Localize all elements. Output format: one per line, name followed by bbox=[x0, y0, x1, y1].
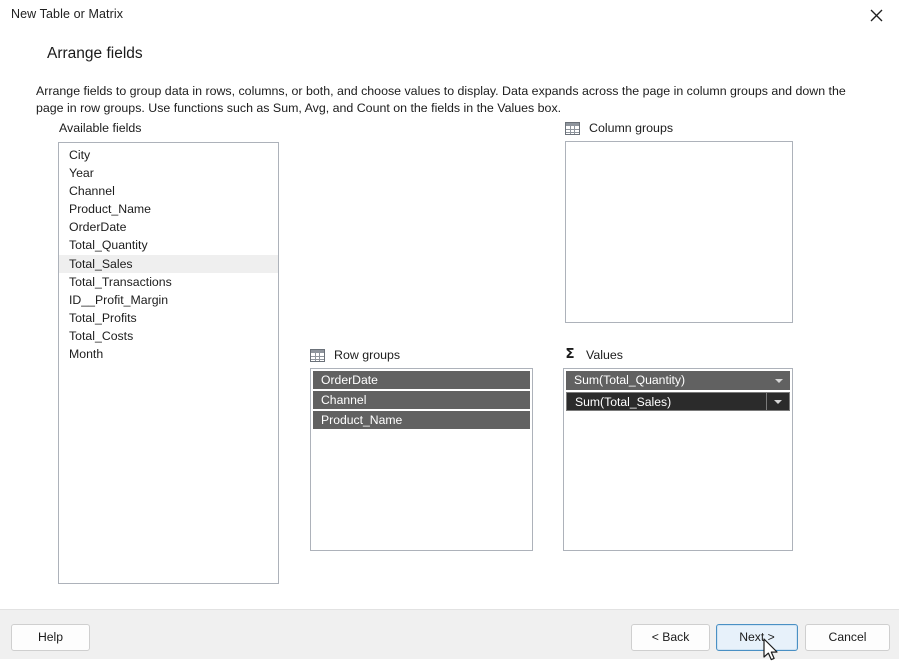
available-fields-list[interactable]: City Year Channel Product_Name OrderDate Tota… bbox=[58, 142, 279, 584]
window-title: New Table or Matrix bbox=[11, 7, 124, 21]
available-field-item[interactable]: Channel bbox=[59, 182, 278, 200]
column-groups-label-group: Column groups bbox=[565, 121, 673, 135]
grid-icon bbox=[565, 121, 580, 135]
column-groups-label: Column groups bbox=[589, 121, 674, 135]
row-groups-label: Row groups bbox=[334, 348, 401, 362]
available-field-item[interactable]: City bbox=[59, 146, 278, 164]
value-item-label: Sum(Total_Quantity) bbox=[574, 373, 686, 387]
next-button[interactable]: Next > bbox=[716, 624, 798, 651]
row-group-item[interactable]: OrderDate bbox=[313, 371, 530, 389]
row-groups-dropzone[interactable]: OrderDate Channel Product_Name bbox=[310, 368, 533, 551]
chevron-down-icon[interactable] bbox=[768, 371, 790, 390]
grid-icon bbox=[310, 348, 325, 362]
row-groups-label-group: Row groups bbox=[310, 348, 400, 362]
page-title: Arrange fields bbox=[47, 45, 143, 62]
page-description: Arrange fields to group data in rows, co… bbox=[36, 84, 846, 115]
available-field-item[interactable]: Product_Name bbox=[59, 200, 278, 218]
available-field-item[interactable]: Year bbox=[59, 164, 278, 182]
help-button[interactable]: Help bbox=[11, 624, 90, 651]
close-button[interactable] bbox=[853, 0, 899, 30]
row-group-item[interactable]: Channel bbox=[313, 391, 530, 409]
available-field-item[interactable]: Total_Transactions bbox=[59, 273, 278, 291]
available-field-item[interactable]: OrderDate bbox=[59, 218, 278, 236]
back-button[interactable]: < Back bbox=[631, 624, 710, 651]
available-field-item[interactable]: Total_Profits bbox=[59, 309, 278, 327]
close-icon bbox=[870, 9, 883, 22]
value-item-label: Sum(Total_Sales) bbox=[575, 395, 672, 409]
value-item[interactable]: Sum(Total_Quantity) bbox=[566, 371, 790, 390]
chevron-down-icon[interactable] bbox=[766, 393, 789, 410]
available-field-item[interactable]: Month bbox=[59, 345, 278, 363]
cancel-button[interactable]: Cancel bbox=[805, 624, 890, 651]
title-bar: New Table or Matrix bbox=[0, 0, 899, 32]
values-label: Values bbox=[586, 348, 623, 362]
available-field-item[interactable]: Total_Costs bbox=[59, 327, 278, 345]
value-item[interactable]: Sum(Total_Sales) bbox=[566, 392, 790, 411]
available-fields-label: Available fields bbox=[59, 121, 142, 135]
values-label-group: Σ Values bbox=[563, 348, 623, 362]
sigma-icon: Σ bbox=[565, 346, 575, 363]
available-field-item[interactable]: Total_Quantity bbox=[59, 236, 278, 254]
values-dropzone[interactable]: Sum(Total_Quantity) Sum(Total_Sales) bbox=[563, 368, 793, 551]
available-field-item[interactable]: ID__Profit_Margin bbox=[59, 291, 278, 309]
available-field-item[interactable]: Total_Sales bbox=[59, 254, 278, 273]
row-group-item[interactable]: Product_Name bbox=[313, 411, 530, 429]
column-groups-dropzone[interactable] bbox=[565, 141, 793, 323]
